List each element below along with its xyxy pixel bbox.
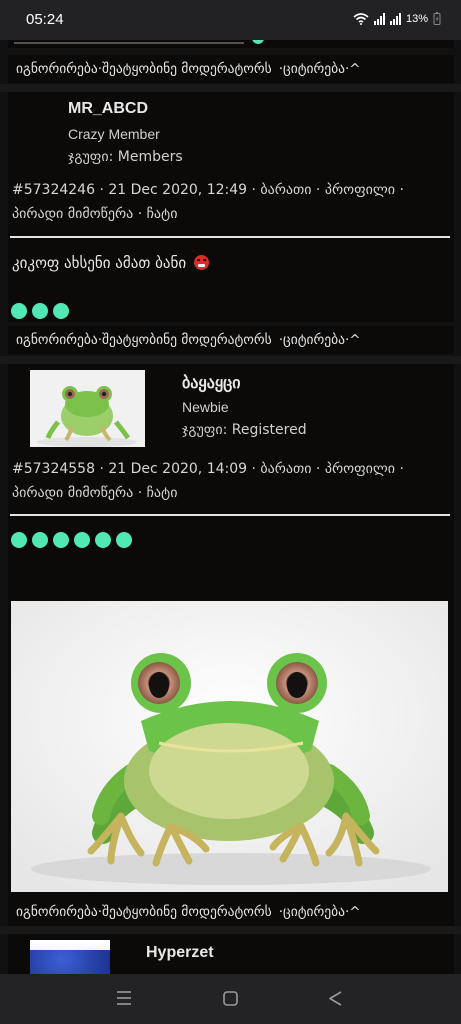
signal-icon xyxy=(389,12,401,25)
scroll-top-link[interactable]: ^ xyxy=(349,898,360,926)
post-message: კიკოფ ახსენი ამათ ბანი xyxy=(12,254,209,272)
forum-thread[interactable]: იგნორირება · შეატყობინე მოდერატორს · ციტ… xyxy=(0,40,461,974)
post-username[interactable]: Hyperzet xyxy=(146,944,214,962)
ignore-link[interactable]: იგნორირება xyxy=(8,898,98,926)
post-id[interactable]: #57324246 xyxy=(12,182,95,198)
private-message-link[interactable]: პირადი მიმოწერა xyxy=(12,485,133,501)
rating-dot xyxy=(252,40,264,44)
post-username[interactable]: MR_ABCD xyxy=(68,100,148,118)
previous-post-tail xyxy=(8,40,454,48)
rating-dot xyxy=(32,532,48,548)
post-username[interactable]: ბაყაყცი xyxy=(182,373,241,393)
rating-dots xyxy=(11,532,132,548)
rating-dot xyxy=(11,532,27,548)
post-date: 21 Dec 2020, 12:49 xyxy=(108,182,248,198)
rating-dot xyxy=(95,532,111,548)
post-actions-bar: იგნორირება · შეატყობინე მოდერატორს · ციტ… xyxy=(8,898,454,926)
post-meta: #57324246 · 21 Dec 2020, 12:49 · ბარათი … xyxy=(12,182,404,222)
post-id[interactable]: #57324558 xyxy=(12,461,95,477)
card-link[interactable]: ბარათი xyxy=(260,182,311,198)
post-divider xyxy=(10,514,450,516)
quote-link[interactable]: ციტირება xyxy=(283,326,345,354)
scroll-top-link[interactable]: ^ xyxy=(349,326,360,354)
post-actions-bar: იგნორირება · შეატყობინე მოდერატორს · ციტ… xyxy=(8,55,454,83)
rating-dot xyxy=(53,532,69,548)
rating-dot xyxy=(11,303,27,319)
chat-link[interactable]: ჩატი xyxy=(147,485,178,501)
quote-link[interactable]: ციტირება xyxy=(283,55,345,83)
avatar[interactable] xyxy=(30,940,110,974)
rating-dot xyxy=(74,532,90,548)
post-date: 21 Dec 2020, 14:09 xyxy=(108,461,248,477)
home-icon[interactable] xyxy=(222,988,240,1008)
ignore-link[interactable]: იგნორირება xyxy=(8,326,98,354)
report-moderator-link[interactable]: შეატყობინე მოდერატორს xyxy=(102,326,272,354)
angry-face-icon xyxy=(193,255,209,270)
quote-link[interactable]: ციტირება xyxy=(283,898,345,926)
post-separator xyxy=(0,356,461,364)
battery-icon xyxy=(433,12,441,25)
rating-dot xyxy=(53,303,69,319)
profile-link[interactable]: პროფილი xyxy=(325,461,395,477)
report-moderator-link[interactable]: შეატყობინე მოდერატორს xyxy=(102,55,272,83)
post-user-rank: Crazy Member xyxy=(68,126,160,142)
battery-percent: 13% xyxy=(405,12,428,25)
post-divider xyxy=(10,236,450,238)
rating-dots xyxy=(11,303,69,319)
post-separator xyxy=(0,84,461,92)
signal-icon xyxy=(373,12,385,25)
frog-photo xyxy=(11,601,448,892)
post-user-rank: Newbie xyxy=(182,399,229,415)
card-link[interactable]: ბარათი xyxy=(260,461,311,477)
private-message-link[interactable]: პირადი მიმოწერა xyxy=(12,206,133,222)
post-meta: #57324558 · 21 Dec 2020, 14:09 · ბარათი … xyxy=(12,461,404,501)
profile-link[interactable]: პროფილი xyxy=(325,182,395,198)
status-icons: 13% xyxy=(353,12,441,25)
avatar[interactable] xyxy=(30,370,145,447)
post-user-group: ჯგუფი: Members xyxy=(68,149,183,165)
status-time: 05:24 xyxy=(26,11,64,28)
back-icon[interactable] xyxy=(327,988,345,1008)
rating-dot xyxy=(116,532,132,548)
frog-avatar-image xyxy=(30,370,145,447)
navigation-bar xyxy=(0,974,461,1024)
post-message-text: კიკოფ ახსენი ამათ ბანი xyxy=(12,254,187,272)
post-user-group: ჯგუფი: Registered xyxy=(182,422,307,438)
status-bar: 05:24 13% xyxy=(0,0,461,40)
chat-link[interactable]: ჩატი xyxy=(147,206,178,222)
recent-apps-icon[interactable] xyxy=(116,988,132,1008)
scroll-top-link[interactable]: ^ xyxy=(349,55,360,83)
ignore-link[interactable]: იგნორირება xyxy=(8,55,98,83)
report-moderator-link[interactable]: შეატყობინე მოდერატორს xyxy=(102,898,272,926)
wifi-icon xyxy=(353,12,369,25)
post-actions-bar: იგნორირება · შეატყობინე მოდერატორს · ციტ… xyxy=(8,326,454,354)
post-separator xyxy=(0,926,461,934)
rating-dot xyxy=(32,303,48,319)
post-image[interactable] xyxy=(11,601,448,892)
